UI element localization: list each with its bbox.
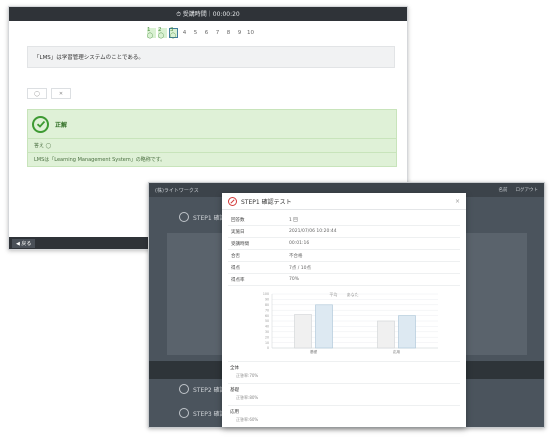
section-advanced: 応用 正答率:60% xyxy=(230,409,258,423)
table-row: 実施日 2021/07/06 10:20:44 xyxy=(228,225,460,238)
section-rate: 正答率:80% xyxy=(236,395,259,400)
pager-item-4[interactable]: 4 xyxy=(180,28,189,38)
answer-row: 答え ◯ xyxy=(28,139,396,153)
section-basic: 基礎 正答率:80% xyxy=(230,387,258,401)
y-tick-label: 100 xyxy=(263,292,269,296)
y-tick-label: 50 xyxy=(265,319,269,323)
pager-item-1[interactable]: 1 ◯ xyxy=(147,27,156,39)
bar-you xyxy=(315,304,333,349)
table-row: 合否 不合格 xyxy=(228,249,460,262)
back-button[interactable]: ◀ 戻る xyxy=(12,239,36,248)
row-value: 2021/07/06 10:20:44 xyxy=(286,225,460,238)
pager-item-9[interactable]: 9 xyxy=(235,28,244,38)
result-title: 正解 xyxy=(55,121,68,129)
y-tick-label: 30 xyxy=(265,330,269,334)
row-key: 実施日 xyxy=(228,225,286,238)
explanation-row: LMSは「Learning Management System」の略称です。 xyxy=(34,157,166,163)
test-result-modal: STEP1 確認テスト × 回答数 1 回 実施日 2021/07/06 10:20… xyxy=(222,193,466,427)
modal-title: STEP1 確認テスト xyxy=(241,198,292,206)
row-key: 回答数 xyxy=(228,214,286,226)
result-panel: 正解 答え ◯ LMSは「Learning Management System」… xyxy=(27,109,397,167)
x-tick-label: 基礎 xyxy=(310,349,318,354)
modal-header: STEP1 確認テスト × xyxy=(222,193,466,210)
section-rate: 正答率:60% xyxy=(236,417,259,422)
y-tick-label: 40 xyxy=(265,325,269,329)
user-name-link[interactable]: 名前 xyxy=(499,187,508,193)
lms-logo[interactable]: (株)ライトワークス xyxy=(155,187,199,194)
section-rate: 正答率:70% xyxy=(236,373,259,378)
pager-item-8[interactable]: 8 xyxy=(224,28,233,38)
bar-you xyxy=(398,315,416,349)
y-tick-label: 0 xyxy=(267,346,269,350)
divider xyxy=(228,405,460,406)
y-tick-label: 60 xyxy=(265,314,269,318)
close-icon[interactable]: × xyxy=(455,198,460,205)
step-icon xyxy=(179,408,189,418)
y-tick-label: 90 xyxy=(265,298,269,302)
table-row: 得点率 70% xyxy=(228,273,460,286)
x-tick-label: 応用 xyxy=(393,349,401,354)
divider xyxy=(228,361,460,362)
section-title: 応用 xyxy=(230,410,239,415)
pager-item-6[interactable]: 6 xyxy=(202,28,211,38)
table-row: 回答数 1 回 xyxy=(228,214,460,226)
row-key: 受講時間 xyxy=(228,237,286,250)
table-row: 受講時間 00:01:16 xyxy=(228,237,460,250)
table-row: 得点 7点 / 10点 xyxy=(228,261,460,274)
question-pager: 1 ◯ 2 ◯ 3 ◯ 4 5 6 7 8 9 10 xyxy=(147,27,255,39)
row-value: 不合格 xyxy=(286,249,460,262)
fail-badge-icon xyxy=(228,196,237,206)
step-icon xyxy=(179,212,189,222)
choice-false[interactable]: ✕ xyxy=(51,88,71,99)
row-value: 70% xyxy=(286,273,460,286)
pager-item-2[interactable]: 2 ◯ xyxy=(158,27,167,39)
timer-label: ⏱ 受講時間｜00:00:20 xyxy=(176,11,240,18)
row-key: 得点 xyxy=(228,261,286,274)
row-key: 得点率 xyxy=(228,273,286,286)
answer-choices: ◯ ✕ xyxy=(27,88,71,99)
row-value: 1 回 xyxy=(286,214,460,226)
y-tick-label: 70 xyxy=(265,308,269,312)
check-icon xyxy=(32,115,49,133)
bar-average xyxy=(377,320,395,349)
row-key: 合否 xyxy=(228,249,286,262)
logout-link[interactable]: ログアウト xyxy=(516,187,539,193)
section-overall: 全体 正答率:70% xyxy=(230,365,258,379)
y-tick-label: 10 xyxy=(265,341,269,345)
section-title: 全体 xyxy=(230,366,239,371)
bar-average xyxy=(294,314,312,349)
question-text: 「LMS」は学習管理システムのことである。 xyxy=(27,46,395,68)
pager-item-7[interactable]: 7 xyxy=(213,28,222,38)
step-icon xyxy=(179,384,189,394)
divider xyxy=(228,383,460,384)
row-value: 7点 / 10点 xyxy=(286,261,460,274)
pager-item-10[interactable]: 10 xyxy=(246,28,255,38)
y-tick-label: 80 xyxy=(265,303,269,307)
quiz-timer-bar: ⏱ 受講時間｜00:00:20 xyxy=(9,7,407,21)
section-title: 基礎 xyxy=(230,388,239,393)
row-value: 00:01:16 xyxy=(286,237,460,250)
pager-item-3[interactable]: 3 ◯ xyxy=(169,27,178,39)
score-chart: 010 203040 5060 708090 100 基礎 応用 xyxy=(263,292,438,354)
y-tick-label: 20 xyxy=(265,335,269,339)
pager-item-5[interactable]: 5 xyxy=(191,28,200,38)
choice-true[interactable]: ◯ xyxy=(27,88,47,99)
result-table: 回答数 1 回 実施日 2021/07/06 10:20:44 受講時間 00:01:… xyxy=(228,214,460,286)
